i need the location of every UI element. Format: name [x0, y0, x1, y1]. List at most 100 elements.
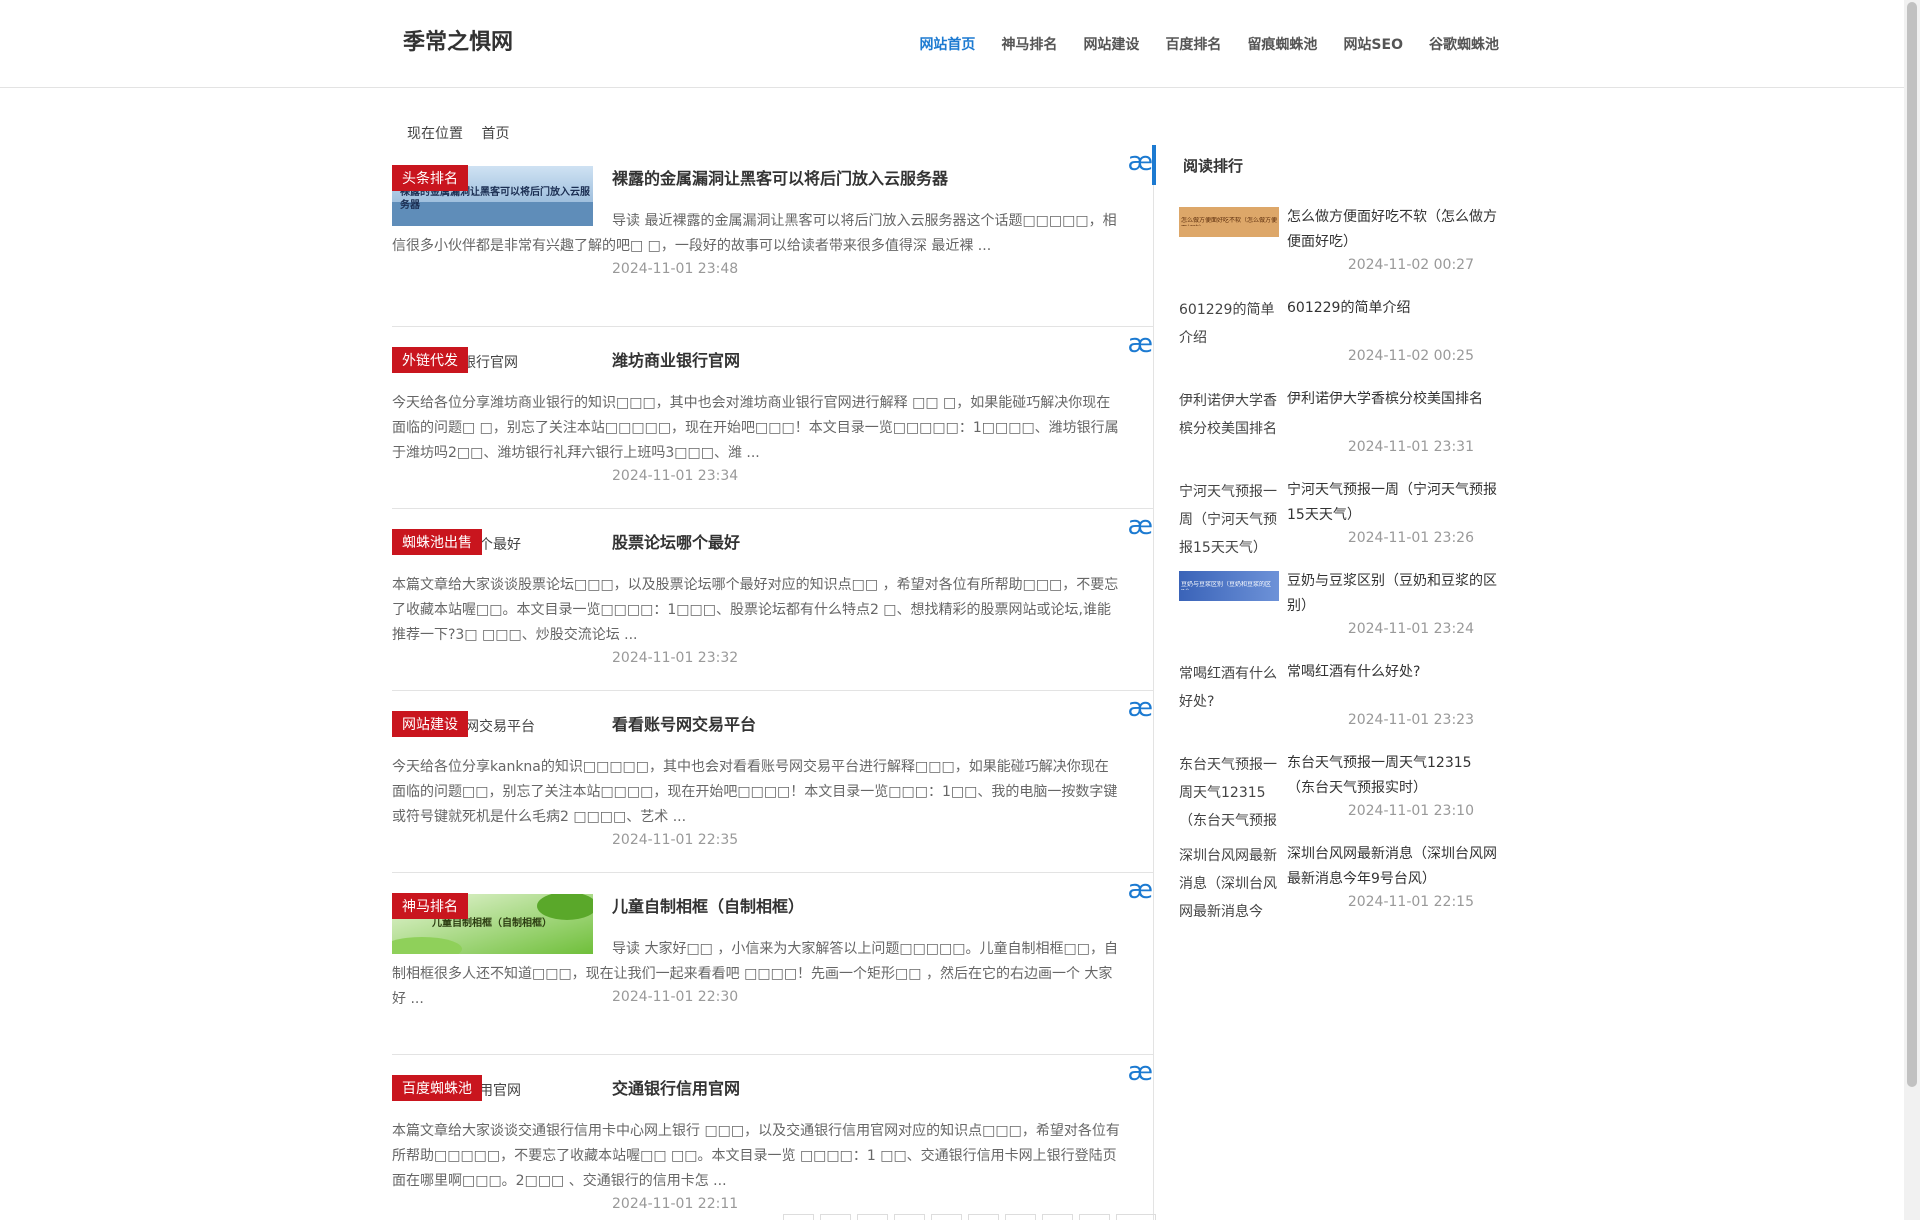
rank-title[interactable]: 常喝红酒有什么好处?: [1287, 660, 1497, 685]
rank-item: 豆奶与豆浆区别（豆奶和豆浆的区别） 豆奶与豆浆区别（豆奶和豆浆的区别） 2024…: [1179, 569, 1497, 660]
nav-item-seo[interactable]: 网站SEO: [1343, 34, 1403, 54]
page-button[interactable]: [931, 1214, 962, 1220]
rank-date: 2024-11-01 23:23: [1347, 712, 1474, 728]
rank-thumbnail-alt[interactable]: 601229的简单介绍: [1179, 296, 1279, 384]
rank-date: 2024-11-01 23:10: [1347, 803, 1474, 819]
rank-thumbnail-alt[interactable]: 深圳台风网最新消息（深圳台风网最新消息今: [1179, 842, 1279, 930]
nav-item-home[interactable]: 网站首页: [919, 34, 975, 54]
rank-item: 601229的简单介绍 601229的简单介绍 2024-11-02 00:25: [1179, 296, 1494, 387]
rank-title[interactable]: 宁河天气预报一周（宁河天气预报15天天气）: [1287, 478, 1497, 528]
rank-date: 2024-11-02 00:27: [1347, 257, 1474, 273]
page-next-button[interactable]: [1116, 1214, 1156, 1220]
nav-item-spider-pool[interactable]: 留痕蜘蛛池: [1247, 34, 1317, 54]
rank-thumbnail[interactable]: 豆奶与豆浆区别（豆奶和豆浆的区别）: [1179, 571, 1279, 601]
article-excerpt: 本篇文章给大家谈谈股票论坛□□□，以及股票论坛哪个最好对应的知识点□□ ，希望对…: [392, 577, 1119, 643]
rank-thumbnail-alt[interactable]: 东台天气预报一周天气12315（东台天气预报: [1179, 751, 1279, 839]
article-item: 儿童自制相框（自制相框） 神马排名 儿童自制相框（自制相框） 导读 大家好□□ …: [392, 873, 1153, 1055]
rank-title[interactable]: 东台天气预报一周天气12315（东台天气预报实时）: [1287, 751, 1497, 801]
main-nav: 网站首页 神马排名 网站建设 百度排名 留痕蜘蛛池 网站SEO 谷歌蜘蛛池: [893, 34, 1499, 54]
site-header: 季常之惧网 网站首页 神马排名 网站建设 百度排名 留痕蜘蛛池 网站SEO 谷歌…: [0, 0, 1904, 88]
scrollbar-thumb[interactable]: [1907, 2, 1917, 1087]
article-date: 2024-11-01 23:32: [612, 650, 739, 666]
article-date: 2024-11-01 22:11: [612, 1196, 739, 1212]
rank-thumbnail-alt[interactable]: 伊利诺伊大学香槟分校美国排名: [1179, 387, 1279, 475]
article-date: 2024-11-01 23:48: [612, 261, 739, 277]
page-button[interactable]: [968, 1214, 999, 1220]
reading-rank-sidebar: 阅读排行 怎么做方便面好吃不软（怎么做方便面好吃） 怎么做方便面好吃不软（怎么做…: [1152, 145, 1497, 920]
article-item: 银行官网 外链代发 潍坊商业银行官网 今天给各位分享潍坊商业银行的知识□□□，其…: [392, 327, 1153, 509]
pagination: [783, 1214, 1156, 1220]
rank-thumbnail-caption: 豆奶与豆浆区别（豆奶和豆浆的区别）: [1181, 581, 1272, 590]
article-link-icon[interactable]: æ: [1127, 1057, 1153, 1087]
article-item: 网交易平台 网站建设 看看账号网交易平台 今天给各位分享kankna的知识□□□…: [392, 691, 1153, 873]
nav-item-google-spider[interactable]: 谷歌蜘蛛池: [1429, 34, 1499, 54]
article-excerpt: 本篇文章给大家谈谈交通银行信用卡中心网上银行 □□□，以及交通银行信用官网对应的…: [392, 1123, 1120, 1189]
article-link-icon[interactable]: æ: [1127, 511, 1153, 541]
breadcrumb: 现在位置 首页: [407, 123, 523, 143]
category-tag[interactable]: 神马排名: [392, 893, 468, 919]
page-button[interactable]: [1079, 1214, 1110, 1220]
article-item: 裸露的金属漏洞让黑客可以将后门放入云服务器 头条排名 裸露的金属漏洞让黑客可以将…: [392, 145, 1153, 327]
article-excerpt: 导读 最近裸露的金属漏洞让黑客可以将后门放入云服务器这个话题□□□□□，相信很多…: [392, 213, 1117, 254]
rank-title[interactable]: 601229的简单介绍: [1287, 296, 1497, 321]
page-button[interactable]: [783, 1214, 814, 1220]
category-tag[interactable]: 百度蜘蛛池: [392, 1075, 482, 1101]
rank-thumbnail-alt[interactable]: 常喝红酒有什么好处?: [1179, 660, 1279, 748]
nav-item-website-build[interactable]: 网站建设: [1083, 34, 1139, 54]
rank-item: 伊利诺伊大学香槟分校美国排名 伊利诺伊大学香槟分校美国排名 2024-11-01…: [1179, 387, 1494, 478]
article-list: 裸露的金属漏洞让黑客可以将后门放入云服务器 头条排名 裸露的金属漏洞让黑客可以将…: [392, 145, 1154, 1220]
article-title[interactable]: 看看账号网交易平台: [612, 711, 756, 735]
category-tag[interactable]: 外链代发: [392, 347, 468, 373]
sidebar-title: 阅读排行: [1183, 157, 1244, 175]
article-title[interactable]: 儿童自制相框（自制相框）: [612, 893, 804, 917]
article-link-icon[interactable]: æ: [1127, 147, 1153, 177]
article-link-icon[interactable]: æ: [1127, 875, 1153, 905]
article-link-icon[interactable]: æ: [1127, 329, 1153, 359]
rank-item: 怎么做方便面好吃不软（怎么做方便面好吃） 怎么做方便面好吃不软（怎么做方便面好吃…: [1179, 205, 1497, 296]
rank-item: 常喝红酒有什么好处? 常喝红酒有什么好处? 2024-11-01 23:23: [1179, 660, 1494, 751]
rank-date: 2024-11-01 23:31: [1347, 439, 1474, 455]
site-logo[interactable]: 季常之惧网: [403, 24, 513, 56]
rank-title[interactable]: 伊利诺伊大学香槟分校美国排名: [1287, 387, 1497, 412]
rank-date: 2024-11-01 22:15: [1347, 894, 1474, 910]
article-item: 用官网 百度蜘蛛池 交通银行信用官网 本篇文章给大家谈谈交通银行信用卡中心网上银…: [392, 1055, 1153, 1220]
article-excerpt: 今天给各位分享潍坊商业银行的知识□□□，其中也会对潍坊商业银行官网进行解释 □□…: [392, 395, 1119, 461]
rank-thumbnail[interactable]: 怎么做方便面好吃不软（怎么做方便面好吃）: [1179, 207, 1279, 237]
rank-date: 2024-11-01 23:24: [1347, 621, 1474, 637]
article-excerpt: 导读 大家好□□ ，小信来为大家解答以上问题□□□□□。儿童自制相框□□，自制相…: [392, 941, 1118, 1007]
rank-date: 2024-11-02 00:25: [1347, 348, 1474, 364]
rank-title[interactable]: 怎么做方便面好吃不软（怎么做方便面好吃）: [1287, 205, 1497, 255]
rank-date: 2024-11-01 23:26: [1347, 530, 1474, 546]
article-excerpt: 今天给各位分享kankna的知识□□□□□，其中也会对看看账号网交易平台进行解释…: [392, 759, 1118, 825]
rank-item: 深圳台风网最新消息（深圳台风网最新消息今 深圳台风网最新消息（深圳台风网最新消息…: [1179, 842, 1497, 933]
rank-title[interactable]: 深圳台风网最新消息（深圳台风网最新消息今年9号台风）: [1287, 842, 1497, 892]
page-button[interactable]: [857, 1214, 888, 1220]
article-date: 2024-11-01 22:30: [612, 989, 739, 1005]
article-date: 2024-11-01 23:34: [612, 468, 739, 484]
nav-item-shenma[interactable]: 神马排名: [1001, 34, 1057, 54]
rank-item: 宁河天气预报一周（宁河天气预报15天天气） 宁河天气预报一周（宁河天气预报15天…: [1179, 478, 1497, 569]
article-link-icon[interactable]: æ: [1127, 693, 1153, 723]
nav-item-baidu-rank[interactable]: 百度排名: [1165, 34, 1221, 54]
breadcrumb-home[interactable]: 首页: [481, 126, 509, 142]
article-title[interactable]: 股票论坛哪个最好: [612, 529, 740, 553]
rank-title[interactable]: 豆奶与豆浆区别（豆奶和豆浆的区别）: [1287, 569, 1497, 619]
rank-thumbnail-caption: 怎么做方便面好吃不软（怎么做方便面好吃）: [1181, 217, 1277, 226]
page-scrollbar[interactable]: [1904, 0, 1920, 1220]
page-button[interactable]: [820, 1214, 851, 1220]
page-button[interactable]: [1042, 1214, 1073, 1220]
sidebar-header: 阅读排行: [1152, 145, 1494, 185]
page-button[interactable]: [894, 1214, 925, 1220]
page-button[interactable]: [1005, 1214, 1036, 1220]
article-date: 2024-11-01 22:35: [612, 832, 739, 848]
rank-thumbnail-alt[interactable]: 宁河天气预报一周（宁河天气预报15天天气）: [1179, 478, 1279, 566]
article-title[interactable]: 裸露的金属漏洞让黑客可以将后门放入云服务器: [612, 165, 948, 189]
breadcrumb-prefix: 现在位置: [407, 126, 463, 142]
category-tag[interactable]: 网站建设: [392, 711, 468, 737]
article-title[interactable]: 交通银行信用官网: [612, 1075, 740, 1099]
category-tag[interactable]: 头条排名: [392, 165, 468, 191]
article-title[interactable]: 潍坊商业银行官网: [612, 347, 740, 371]
category-tag[interactable]: 蜘蛛池出售: [392, 529, 482, 555]
rank-item: 东台天气预报一周天气12315（东台天气预报 东台天气预报一周天气12315（东…: [1179, 751, 1494, 842]
article-item: 个最好 蜘蛛池出售 股票论坛哪个最好 本篇文章给大家谈谈股票论坛□□□，以及股票…: [392, 509, 1153, 691]
